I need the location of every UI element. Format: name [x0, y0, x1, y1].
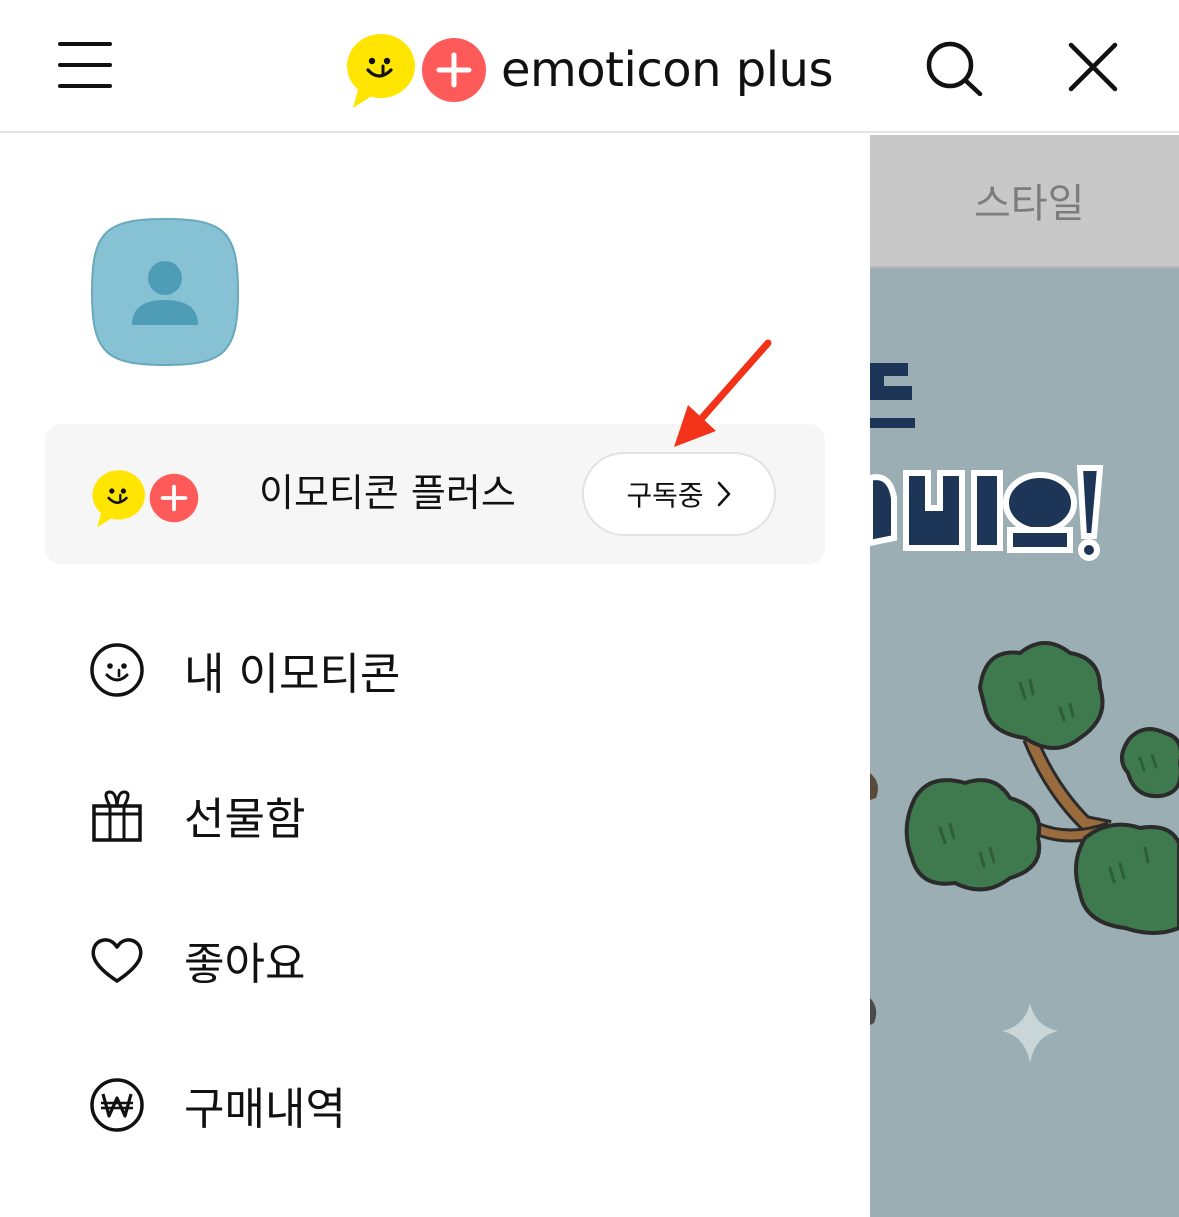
gift-icon [92, 790, 142, 842]
plus-card-label: 이모티콘 플러스 [259, 471, 516, 515]
menu-item-likes[interactable]: 좋아요 [0, 900, 870, 1020]
avatar[interactable] [90, 217, 240, 367]
menu-item-purchase-history[interactable]: 구매내역 [0, 1045, 870, 1165]
brand-logo[interactable]: emoticon plus [345, 30, 833, 110]
annotation-arrow-icon [674, 339, 772, 447]
top-bar: emoticon plus [0, 0, 1179, 133]
menu-item-gift-box[interactable]: 선물함 [0, 755, 870, 875]
background-tabbar: 스타일 [870, 135, 1179, 268]
heart-icon [91, 938, 143, 983]
hamburger-icon[interactable] [58, 42, 112, 90]
menu-item-label: 선물함 [184, 794, 306, 845]
plus-circle-icon [149, 473, 199, 523]
tab-style: 스타일 [974, 181, 1085, 227]
search-icon[interactable] [924, 40, 984, 96]
plus-circle-icon [422, 38, 486, 102]
side-drawer: 이모티콘 플러스 구독중 내 이모티콘 선물함 좋아요 구매내역 [0, 135, 870, 1217]
menu-item-label: 내 이모티콘 [184, 649, 401, 700]
chevron-right-icon [717, 481, 730, 507]
smiley-icon [90, 643, 144, 697]
background-banner [870, 268, 1179, 1217]
menu-item-label: 좋아요 [184, 939, 306, 990]
brand-name: emoticon plus [501, 42, 833, 98]
subscription-status-label: 구독중 [626, 479, 704, 512]
close-icon[interactable] [1066, 40, 1120, 94]
menu-item-label: 구매내역 [184, 1084, 346, 1135]
plus-card-logo [91, 468, 199, 528]
won-icon [90, 1078, 144, 1132]
smiley-bubble-icon [92, 470, 145, 528]
menu-item-my-emoticons[interactable]: 내 이모티콘 [0, 610, 870, 730]
smiley-bubble-icon [347, 34, 415, 108]
banner-illustration [870, 363, 1179, 1063]
